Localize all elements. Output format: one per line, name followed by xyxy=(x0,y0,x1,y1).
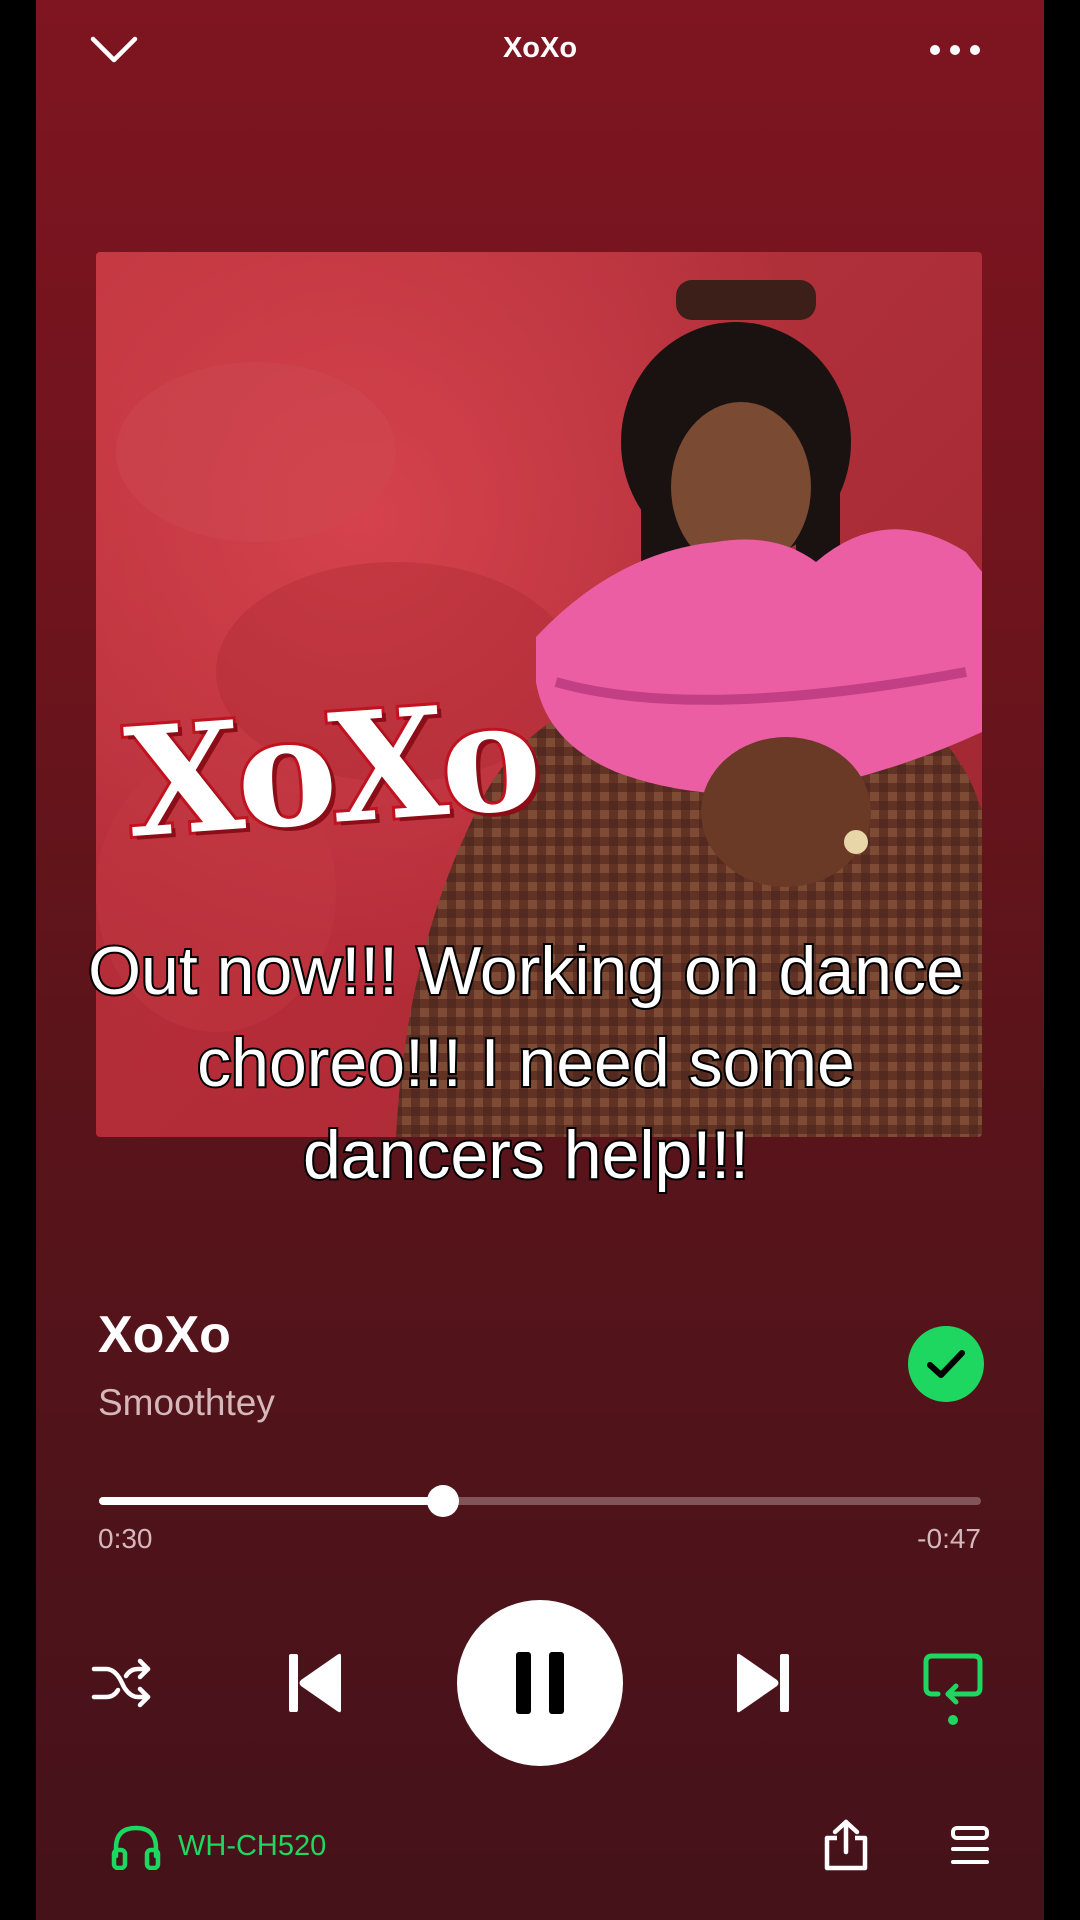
connect-device-button[interactable] xyxy=(106,1820,166,1874)
progress-fill xyxy=(99,1497,443,1505)
skip-next-icon xyxy=(737,1653,789,1713)
shuffle-button[interactable] xyxy=(88,1652,154,1714)
share-icon xyxy=(824,1819,868,1871)
progress-bar[interactable] xyxy=(99,1485,981,1517)
next-button[interactable] xyxy=(730,1648,796,1718)
queue-icon xyxy=(951,1826,989,1864)
connected-device-name[interactable]: WH-CH520 xyxy=(178,1830,326,1863)
page-title: XoXo xyxy=(502,32,578,64)
pause-icon xyxy=(516,1652,564,1714)
album-logo-text: XoXo xyxy=(117,665,543,875)
shuffle-icon xyxy=(91,1658,151,1708)
skip-previous-icon xyxy=(289,1653,341,1713)
repeat-icon xyxy=(923,1653,983,1725)
bottom-bar: WH-CH520 xyxy=(36,1810,1044,1880)
elapsed-time: 0:30 xyxy=(98,1523,153,1554)
top-bar: XoXo xyxy=(36,0,1044,110)
playback-controls xyxy=(36,1600,1044,1766)
queue-button[interactable] xyxy=(944,1820,996,1872)
previous-button[interactable] xyxy=(282,1648,348,1718)
overlay-caption: Out now!!! Working on dance choreo!!! I … xyxy=(86,931,966,1195)
repeat-button[interactable] xyxy=(918,1646,988,1730)
track-artist[interactable]: Smoothtey xyxy=(98,1382,275,1424)
check-icon xyxy=(927,1350,965,1378)
liked-button[interactable] xyxy=(908,1326,984,1402)
progress-scrubber[interactable] xyxy=(426,1485,459,1517)
more-horizontal-icon xyxy=(930,45,980,55)
more-options-button[interactable] xyxy=(920,30,990,70)
track-title[interactable]: XoXo xyxy=(98,1305,231,1365)
remaining-time: -0:47 xyxy=(917,1523,981,1554)
headphones-icon xyxy=(111,1825,161,1870)
share-button[interactable] xyxy=(818,1814,874,1876)
now-playing-screen: XoXo XoXo Out now!!! Working on dance ch… xyxy=(36,0,1044,1920)
pause-button[interactable] xyxy=(457,1600,623,1766)
